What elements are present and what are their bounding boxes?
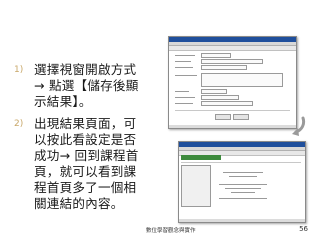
window-toolbar [169,46,296,51]
screenshot-field [201,59,263,64]
screenshot-button [233,114,249,120]
step-text: 出現結果頁面，可 以按此看設定是否 成功→ 回到課程首 頁，就可以看到課 程首頁… [34,116,146,212]
screenshot-field [201,101,253,106]
step-line: 程首頁多了一個相 [34,180,137,195]
screenshot-line [175,97,195,98]
screenshot-line [175,75,197,76]
screenshot-line [175,61,191,62]
screenshot-line [175,55,195,56]
screenshot-line [225,188,261,189]
window-statusbar [179,219,305,222]
step-line: 以按此看設定是否 [34,132,137,147]
step-number: 1) [14,65,24,75]
step-line: 選擇視窗開啟方式 [34,62,137,77]
footer-title: 數位學習觀念與實作 [146,228,196,234]
screenshot-divider [175,110,290,111]
screenshot-sidebar [181,165,211,207]
screenshot-button [215,114,231,120]
step-line: 成功→ 回到課程首 [34,148,139,163]
screenshot-field [201,53,231,58]
course-header-banner [181,155,221,160]
screenshot-line [175,67,193,68]
instruction-list: 1) 選擇視窗開啟方式 → 點選【儲存後顯 示結果】。 2) 出現結果頁面，可 … [14,62,146,218]
screenshot-line [175,103,193,104]
screenshot-field [201,89,227,94]
screenshot-line [223,172,263,173]
screenshot-field [201,65,247,70]
step-1: 1) 選擇視窗開啟方式 → 點選【儲存後顯 示結果】。 [14,62,146,110]
screenshot-textarea [201,73,283,87]
slide-footer: 數位學習觀念與實作 56 [0,225,320,238]
settings-screenshot [168,36,297,129]
screenshot-divider [181,162,301,163]
page-number: 56 [299,225,308,233]
screenshot-line [229,176,257,177]
curved-arrow-icon [292,116,306,136]
step-number: 2) [14,119,24,129]
screenshot-line [175,91,189,92]
window-statusbar [169,125,296,128]
screenshot-line [219,184,267,185]
step-line: 出現結果頁面，可 [34,116,137,131]
screenshot-field [201,95,239,100]
screenshot-line [231,192,255,193]
step-line: → 點選【儲存後顯 [34,78,139,93]
step-2: 2) 出現結果頁面，可 以按此看設定是否 成功→ 回到課程首 頁，就可以看到課 … [14,116,146,212]
step-line: 關連結的內容。 [34,196,124,211]
step-line: 示結果】。 [34,94,92,109]
course-home-screenshot [178,141,306,223]
step-line: 頁，就可以看到課 [34,164,137,179]
screenshot-line [219,198,267,199]
step-text: 選擇視窗開啟方式 → 點選【儲存後顯 示結果】。 [34,62,146,110]
